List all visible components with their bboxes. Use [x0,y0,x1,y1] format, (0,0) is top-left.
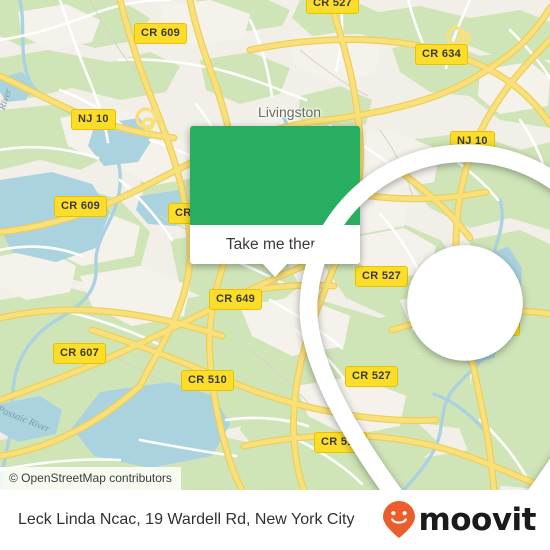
road-shield-cr527-top[interactable]: CR 527 [306,0,360,14]
location-pin-icon [299,144,550,490]
popup-image-area [190,126,550,490]
road-shield-cr609-west[interactable]: CR 609 [54,196,108,217]
location-popup-card[interactable]: Take me there [190,126,550,490]
footer-bar: Leck Linda Ncac, 19 Wardell Rd, New York… [0,490,550,550]
moovit-map-screenshot: Livingston River Passaic River CR 609 CR… [0,0,550,550]
moovit-wordmark: moovit [418,501,536,538]
map-canvas[interactable]: Livingston River Passaic River CR 609 CR… [0,0,550,490]
road-shield-cr634[interactable]: CR 634 [415,44,469,65]
popup-tail-arrow [262,263,288,277]
road-shield-nj10-west[interactable]: NJ 10 [71,109,116,130]
moovit-pin-smiley-icon [383,501,416,538]
place-label-livingston: Livingston [258,104,322,120]
footer-address-title: Leck Linda Ncac, 19 Wardell Rd, New York… [18,511,355,528]
osm-attribution[interactable]: © OpenStreetMap contributors [0,467,181,490]
road-shield-cr609-north[interactable]: CR 609 [134,23,188,44]
road-shield-cr607[interactable]: CR 607 [53,343,107,364]
moovit-brand[interactable]: moovit [382,500,536,540]
